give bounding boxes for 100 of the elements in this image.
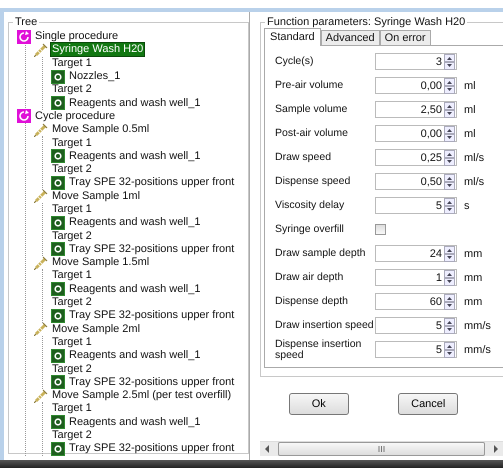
tree-item[interactable]: Tray SPE 32-positions upper front — [68, 376, 236, 389]
tree-item[interactable]: Target 1 — [51, 136, 93, 150]
syringe-icon — [34, 122, 48, 137]
number-field[interactable]: 24 — [375, 245, 457, 262]
scroll-right-icon[interactable] — [493, 445, 499, 453]
spinner-arrows-icon[interactable] — [444, 150, 455, 166]
location-icon — [51, 70, 65, 84]
tree-item[interactable]: Target 2 — [51, 429, 93, 442]
tree-item[interactable]: Reagents and wash well_1 — [68, 96, 202, 110]
unit-label: ml/s — [464, 152, 484, 164]
tree-item[interactable]: Target 1 — [51, 269, 93, 282]
spinner-arrows-icon[interactable] — [444, 78, 455, 94]
tree-item[interactable]: Tray SPE 32-positions upper front — [68, 242, 236, 256]
scroll-left-icon[interactable] — [264, 445, 270, 453]
unit-label: ml — [464, 80, 476, 92]
number-field[interactable]: 3 — [375, 53, 457, 70]
tree-item[interactable]: Reagents and wash well_1 — [68, 349, 202, 362]
spinner-arrows-icon[interactable] — [444, 246, 455, 262]
spinner-arrows-icon[interactable] — [444, 318, 455, 334]
number-field[interactable]: 2,50 — [375, 101, 457, 118]
field-label: Dispense depth — [275, 296, 349, 307]
tab[interactable]: Standard — [264, 28, 321, 46]
unit-label: ml/s — [464, 176, 484, 188]
syringe-icon — [34, 42, 48, 57]
location-icon — [51, 242, 65, 256]
tree-item[interactable]: Target 1 — [51, 336, 93, 349]
spinner-arrows-icon[interactable] — [444, 54, 455, 70]
syringe-icon — [34, 256, 48, 270]
unit-label: mm/s — [464, 320, 491, 332]
unit-label: mm — [464, 248, 482, 260]
spinner-arrows-icon[interactable] — [444, 294, 455, 310]
tree-item[interactable]: Tray SPE 32-positions upper front — [68, 442, 236, 456]
scrollbar-thumb[interactable] — [278, 442, 485, 456]
tree-item[interactable]: Tray SPE 32-positions upper front — [68, 176, 236, 190]
location-icon — [51, 348, 65, 363]
procedure-icon — [17, 30, 31, 44]
tree-item[interactable]: Move Sample 1.5ml — [51, 256, 150, 270]
syringe-icon — [34, 189, 48, 204]
spinner-arrows-icon[interactable] — [444, 126, 455, 142]
number-field[interactable]: 0,50 — [375, 173, 457, 190]
checkbox[interactable] — [375, 224, 386, 235]
spinner-arrows-icon[interactable] — [444, 270, 455, 286]
unit-label: s — [464, 200, 470, 212]
tree-item[interactable]: Target 1 — [51, 56, 93, 70]
field-label: Draw air depth — [275, 272, 344, 283]
spinner-arrows-icon[interactable] — [444, 198, 455, 214]
tree-item[interactable]: Target 1 — [51, 402, 93, 416]
panel-title: Function parameters: Syringe Wash H20 — [266, 16, 466, 28]
tree-item[interactable]: Syringe Wash H20 — [51, 43, 144, 56]
tree-item[interactable]: Target 2 — [51, 83, 93, 96]
spinner-arrows-icon[interactable] — [444, 102, 455, 118]
location-icon — [51, 216, 65, 230]
horizontal-scrollbar[interactable] — [260, 441, 503, 456]
field-label: Draw sample depth — [275, 248, 366, 259]
location-icon — [51, 375, 65, 390]
field-label: Sample volume — [275, 104, 348, 115]
tree-item[interactable]: Reagents and wash well_1 — [68, 150, 202, 163]
tree-item[interactable]: Target 2 — [51, 230, 93, 243]
spinner-arrows-icon[interactable] — [444, 342, 455, 358]
number-field[interactable]: 0,25 — [375, 149, 457, 166]
number-field[interactable]: 0,00 — [375, 125, 457, 142]
tree-item[interactable]: Move Sample 2.5ml (per test overfill) — [51, 389, 232, 402]
location-icon — [51, 415, 65, 430]
tree-item[interactable]: Single procedure — [34, 30, 120, 44]
unit-label: ml — [464, 104, 476, 116]
tree-item[interactable]: Reagents and wash well_1 — [68, 282, 202, 296]
tree-item[interactable]: Reagents and wash well_1 — [68, 416, 202, 429]
tree-item[interactable]: Reagents and wash well_1 — [68, 216, 202, 230]
field-label: Viscosity delay — [275, 200, 346, 211]
syringe-icon — [34, 388, 48, 403]
spinner-arrows-icon[interactable] — [444, 174, 455, 190]
tree-item[interactable]: Move Sample 0.5ml — [51, 123, 150, 136]
dialog-button[interactable]: Cancel — [398, 393, 458, 415]
location-icon — [51, 149, 65, 164]
field-label: Pre-air volume — [275, 80, 344, 91]
field-label: Draw speed — [275, 152, 332, 163]
unit-label: ml — [464, 128, 476, 140]
tree-item[interactable]: Target 1 — [51, 203, 93, 216]
field-label: Syringe overfill — [275, 224, 345, 235]
tab[interactable]: On error — [380, 30, 431, 45]
tree-item[interactable]: Move Sample 2ml — [51, 322, 142, 336]
dialog-button[interactable]: Ok — [288, 393, 349, 415]
number-field[interactable]: 0,00 — [375, 77, 457, 94]
tab[interactable]: Advanced — [320, 30, 380, 45]
location-icon — [51, 176, 65, 190]
tree-item[interactable]: Target 2 — [51, 362, 93, 376]
number-field[interactable]: 5 — [375, 197, 457, 214]
number-field[interactable]: 5 — [375, 317, 457, 334]
tree-item[interactable]: Target 2 — [51, 296, 93, 310]
tree-item[interactable]: Tray SPE 32-positions upper front — [68, 309, 236, 322]
number-field[interactable]: 5 — [375, 341, 457, 358]
tree-item[interactable]: Target 2 — [51, 163, 93, 176]
procedure-icon — [17, 109, 31, 124]
tree-item[interactable]: Cycle procedure — [34, 110, 116, 123]
tree-item[interactable]: Move Sample 1ml — [51, 190, 142, 203]
number-field[interactable]: 60 — [375, 293, 457, 310]
number-field[interactable]: 1 — [375, 269, 457, 286]
tree-item[interactable]: Nozzles_1 — [68, 70, 122, 84]
unit-label: mm/s — [464, 344, 491, 356]
location-icon — [51, 308, 65, 323]
